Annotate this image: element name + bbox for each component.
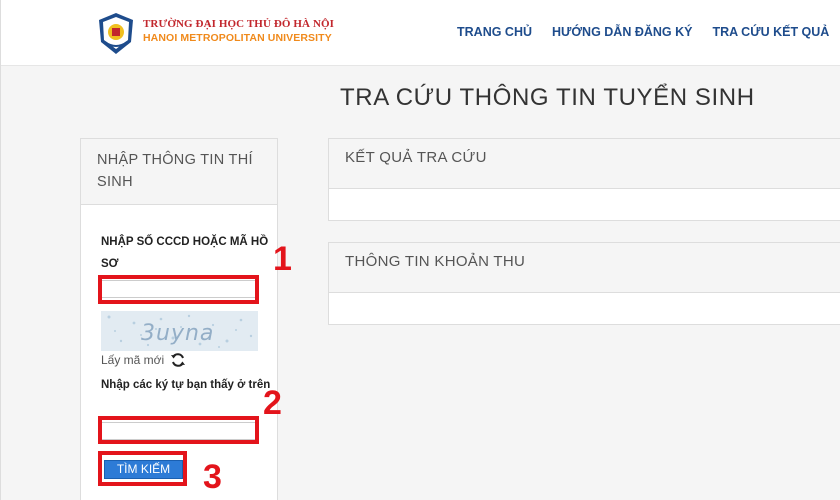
search-button[interactable]: TÌM KIẾM — [104, 460, 183, 479]
refresh-captcha-link[interactable]: Lấy mã mới — [101, 352, 186, 368]
captcha-image: 3uyna — [101, 311, 258, 351]
nav-result-lookup[interactable]: TRA CỨU KẾT QUẢ — [712, 25, 829, 39]
nav-home[interactable]: TRANG CHỦ — [457, 25, 532, 39]
captcha-text: 3uyna — [141, 321, 214, 346]
fee-heading: THÔNG TIN KHOẢN THU — [329, 243, 840, 293]
step-number-1: 1 — [273, 240, 292, 278]
candidate-form-panel: NHẬP THÔNG TIN THÍ SINH NHẬP SỐ CCCD HOẶ… — [80, 138, 278, 500]
university-logo-icon[interactable] — [97, 12, 135, 54]
result-panel: KẾT QUẢ TRA CỨU — [328, 138, 840, 221]
step-number-3: 3 — [203, 458, 222, 496]
result-heading: KẾT QUẢ TRA CỨU — [329, 139, 840, 189]
form-heading: NHẬP THÔNG TIN THÍ SINH — [81, 139, 277, 205]
nav-registration-guide[interactable]: HƯỚNG DẪN ĐĂNG KÝ — [552, 25, 692, 39]
university-name: TRƯỜNG ĐẠI HỌC THỦ ĐÔ HÀ NỘI — [143, 18, 335, 30]
id-label: NHẬP SỐ CCCD HOẶC MÃ HỒ SƠ — [101, 236, 269, 270]
refresh-label: Lấy mã mới — [101, 353, 165, 367]
captcha-input[interactable] — [101, 422, 256, 440]
id-input[interactable] — [101, 280, 256, 298]
refresh-icon[interactable] — [170, 352, 186, 368]
captcha-label: Nhập các ký tự bạn thấy ở trên — [101, 379, 271, 391]
step-number-2: 2 — [263, 384, 282, 422]
main-nav: TRANG CHỦ HƯỚNG DẪN ĐĂNG KÝ TRA CỨU KẾT … — [457, 25, 840, 39]
page-title: TRA CỨU THÔNG TIN TUYỂN SINH — [340, 84, 755, 111]
fee-panel: THÔNG TIN KHOẢN THU — [328, 242, 840, 325]
site-header: TRƯỜNG ĐẠI HỌC THỦ ĐÔ HÀ NỘI HANOI METRO… — [1, 0, 840, 66]
university-english-name: HANOI METROPOLITAN UNIVERSITY — [143, 32, 332, 44]
